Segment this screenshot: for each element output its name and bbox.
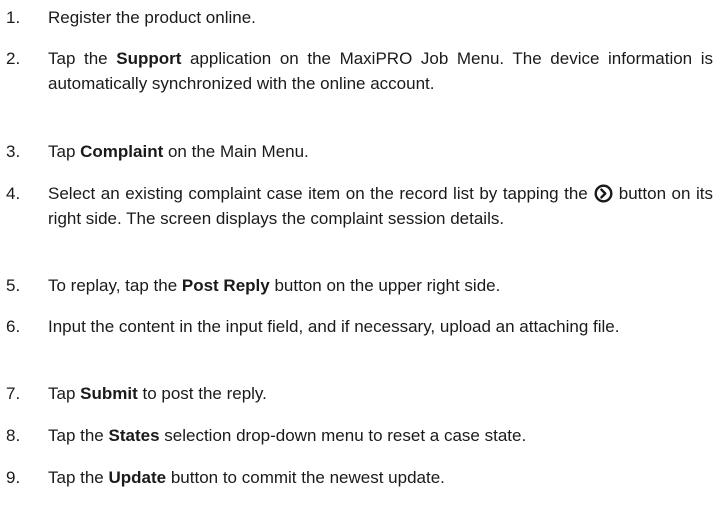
step-number: 2. — [6, 49, 21, 68]
step-number: 4. — [6, 184, 21, 203]
step-text: Tap Submit to post the reply. — [48, 381, 713, 406]
step-text-segment: to post the reply. — [137, 384, 267, 403]
ui-term-post-reply: Post Reply — [181, 276, 270, 295]
ui-term-states: States — [108, 426, 160, 445]
step-text-segment: Register the product online. — [48, 8, 256, 27]
step-text-segment: Select an existing complaint case item o… — [48, 184, 588, 203]
step-number: 1. — [6, 8, 21, 27]
step-number: 6. — [6, 317, 21, 336]
step-text-segment: Input the content in the input field, an… — [48, 317, 620, 336]
step-text-segment: To replay, tap the — [48, 276, 182, 295]
ui-term-complaint: Complaint — [80, 142, 164, 161]
step-text: Tap the Support application on the MaxiP… — [48, 46, 713, 96]
step-number: 5. — [6, 276, 21, 295]
step-text-segment: Tap — [48, 384, 81, 403]
ui-term-submit: Submit — [80, 384, 138, 403]
step-text: Tap Complaint on the Main Menu. — [48, 139, 713, 164]
step-text: Input the content in the input field, an… — [48, 314, 713, 339]
step-number: 7. — [6, 384, 21, 403]
step-number: 8. — [6, 426, 21, 445]
step-text-segment: Tap the — [48, 49, 117, 68]
circled-chevron-right-icon — [594, 184, 613, 203]
ui-term-support: Support — [116, 49, 182, 68]
step-text-segment: selection drop-down menu to reset a case… — [159, 426, 527, 445]
step-text-segment: Tap — [48, 142, 81, 161]
step-text: Select an existing complaint case item o… — [48, 181, 713, 231]
step-text-segment: button on the upper right side. — [269, 276, 501, 295]
step-number: 9. — [6, 468, 21, 487]
step-text-segment: Tap the — [48, 426, 109, 445]
step-text: To replay, tap the Post Reply button on … — [48, 273, 713, 298]
ui-term-update: Update — [108, 468, 167, 487]
step-text: Tap the Update button to commit the newe… — [48, 465, 713, 490]
step-number: 3. — [6, 142, 21, 161]
step-text-segment: on the Main Menu. — [163, 142, 309, 161]
step-text-segment: Tap the — [48, 468, 109, 487]
step-text: Tap the States selection drop-down menu … — [48, 423, 713, 448]
step-text-segment: button to commit the newest update. — [166, 468, 445, 487]
step-text: Register the product online. — [48, 5, 713, 30]
